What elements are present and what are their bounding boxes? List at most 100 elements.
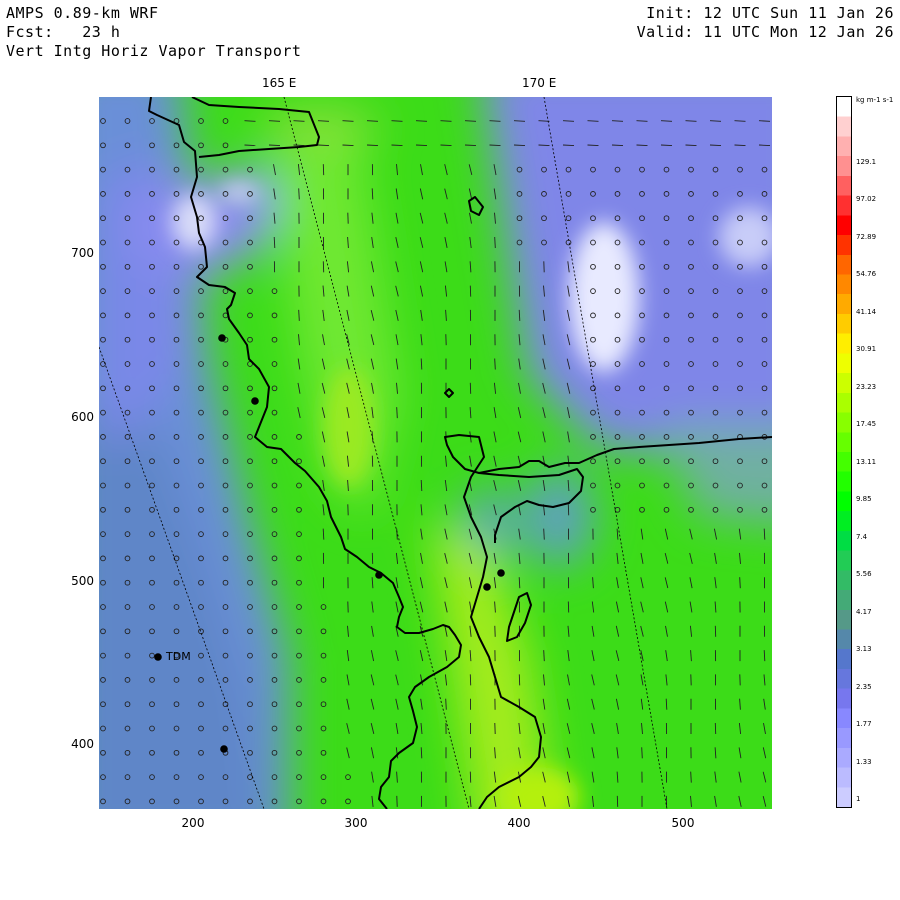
colorbar-label: 3.13 [856,645,872,654]
transport-vector [562,144,575,147]
field-title: Vert Intg Horiz Vapor Transport [6,42,302,60]
colorbar-label: 1 [856,795,861,803]
lon-label-165e: 165 E [262,76,297,90]
transport-vector [587,120,599,122]
colorbar [836,96,852,808]
transport-vector [440,144,452,147]
station-label-tdm: TDM [166,650,191,663]
station-marker [483,583,491,591]
valid-time: Valid: 11 UTC Mon 12 Jan 26 [636,23,894,41]
y-tick-700: 700 [71,246,94,260]
transport-vector [342,144,354,147]
colorbar-label: 72.89 [856,232,877,241]
transport-vector [494,358,496,370]
colorbar-label: 13.11 [856,457,877,466]
transport-vector [371,188,374,200]
transport-vector [739,577,741,589]
transport-vector [268,120,281,122]
transport-vector [660,144,673,147]
station-marker [375,571,383,579]
transport-vector [690,771,692,783]
y-tick-600: 600 [71,410,94,424]
transport-vector [293,144,305,147]
transport-vector [709,120,722,122]
transport-vector [420,747,423,759]
transport-vector [391,120,403,122]
x-tick-500: 500 [671,816,695,830]
transport-vector [445,698,447,710]
colorbar-label: 23.23 [856,382,877,391]
colorbar-label: 9.85 [856,495,872,504]
transport-vector [587,144,599,147]
transport-vector [763,528,766,540]
transport-vector [636,120,648,122]
colorbar-label: 41.14 [856,307,877,316]
transport-vector [636,144,648,147]
station-marker [218,334,226,342]
colorbar-label: 30.91 [856,345,877,354]
y-tick-500: 500 [71,574,94,588]
transport-vector [665,698,668,710]
transport-vector [518,577,521,589]
transport-vector [543,528,545,540]
transport-vector [641,747,643,759]
colorbar-label: 54.76 [856,270,877,279]
x-tick-200: 200 [181,816,205,830]
transport-vector [538,144,550,147]
transport-vector [734,144,746,147]
transport-vector [611,144,624,147]
transport-vector [709,144,722,147]
transport-vector [298,309,300,321]
transport-vector [489,144,501,147]
x-tick-300: 300 [344,816,368,830]
y-tick-400: 400 [71,737,94,751]
transport-vector [268,144,281,147]
init-time: Init: 12 UTC Sun 11 Jan 26 [646,4,894,22]
transport-vector [734,120,746,122]
transport-vector [298,188,300,200]
transport-vector [513,120,526,122]
station-marker [220,745,228,753]
colorbar-label: 1.33 [856,757,872,766]
station-marker [497,569,505,577]
transport-vector [494,236,496,249]
transport-vector [366,120,379,122]
transport-vector [518,309,521,321]
colorbar-label: 7.4 [856,532,868,541]
transport-vector [763,650,766,662]
colorbar-units: kg m-1 s-1 [856,96,894,104]
model-title: AMPS 0.89-km WRF [6,4,159,22]
colorbar-label: 5.56 [856,570,872,579]
station-marker-tdm [154,653,162,661]
transport-vector [660,120,673,122]
colorbar-label: 4.17 [856,607,872,616]
transport-vector [244,144,256,147]
transport-vector [685,120,697,122]
colorbar-label: 17.45 [856,420,877,429]
transport-vector [322,528,325,540]
colorbar-label: 2.35 [856,682,872,691]
transport-vector [685,144,697,147]
transport-vector [317,120,330,122]
transport-vector [396,407,398,419]
transport-vector [293,120,305,122]
transport-vector [464,144,477,147]
colorbar-label: 129.1 [856,158,877,166]
transport-vector [464,120,477,122]
transport-vector [415,120,428,122]
transport-vector [543,650,545,662]
transport-vector [420,479,423,492]
transport-vector [420,358,423,370]
transport-vector [317,144,330,147]
colorbar-label: 97.02 [856,195,877,204]
header-right: Init: 12 UTC Sun 11 Jan 26 Valid: 11 UTC … [637,4,894,42]
transport-vector [513,144,526,147]
ivt-map [99,97,772,809]
lon-label-170e: 170 E [522,76,557,90]
forecast-hour: Fcst: 23 h [6,23,121,41]
transport-vector [415,144,428,147]
transport-vector [440,120,452,122]
transport-vector [391,144,403,147]
transport-vector [396,528,398,540]
colorbar-label: 1.77 [856,720,872,729]
